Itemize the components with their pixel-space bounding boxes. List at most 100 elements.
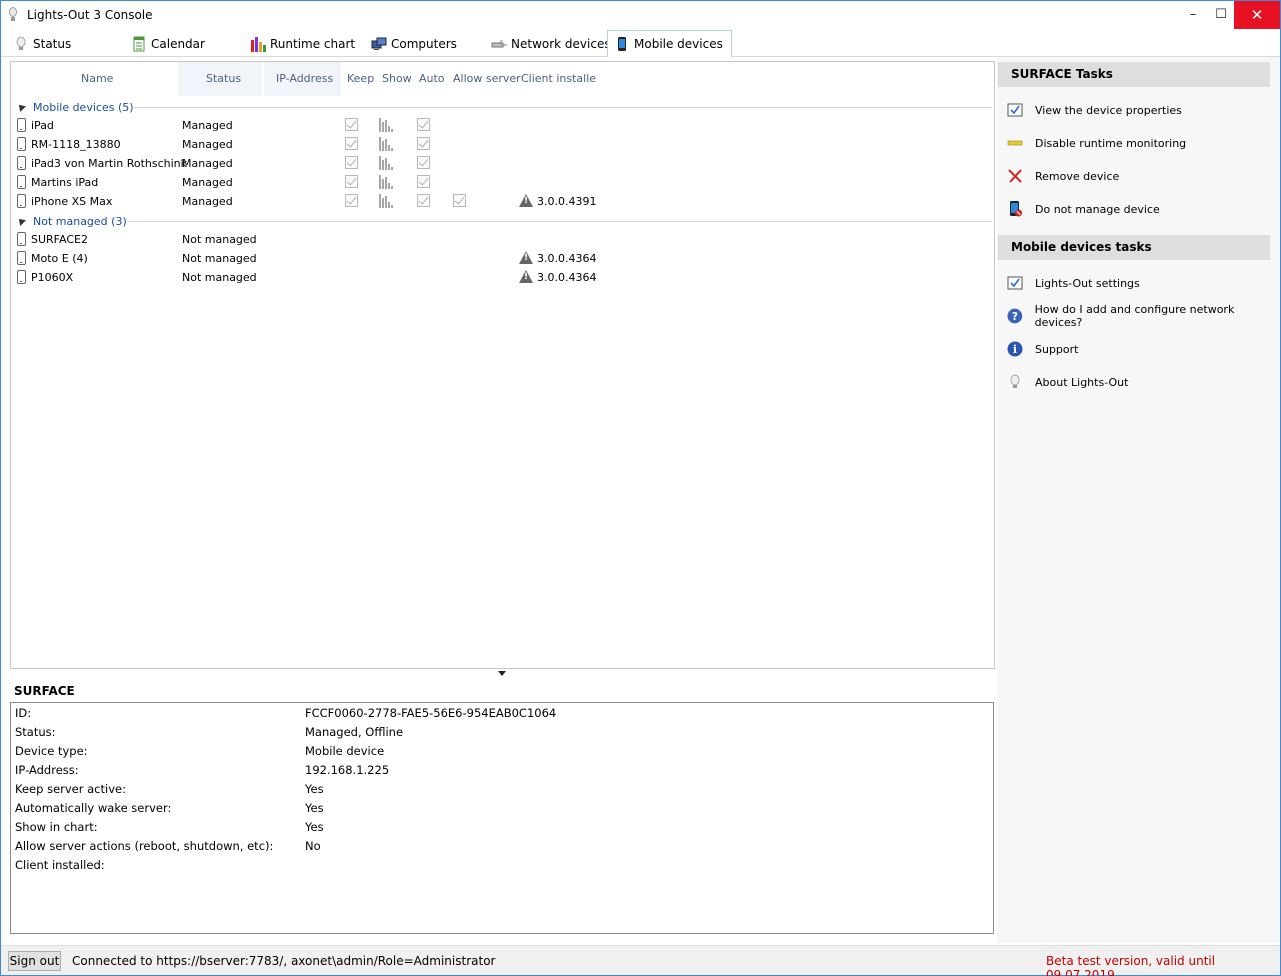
device-list: Name Status IP-Address Keep Show Auto Al… xyxy=(10,61,995,669)
table-row[interactable]: iPhone XS Max Managed 3.0.0.4391 xyxy=(11,192,994,211)
maximize-button[interactable]: ☐ xyxy=(1206,1,1236,29)
detail-value: No xyxy=(305,839,321,853)
keep-checkbox[interactable] xyxy=(345,137,358,150)
task-lights-out-settings[interactable]: Lights-Out settings xyxy=(1007,273,1140,293)
tab-computers[interactable]: Computers xyxy=(371,31,457,57)
splitter-handle[interactable] xyxy=(498,671,506,676)
task-view-properties[interactable]: View the device properties xyxy=(1007,100,1182,120)
device-status: Not managed xyxy=(182,233,257,246)
mobile-icon xyxy=(618,37,626,51)
close-button[interactable]: ✕ xyxy=(1234,1,1280,29)
tab-label: Network devices xyxy=(511,37,611,51)
tab-label: Runtime chart xyxy=(270,37,356,51)
collapse-icon[interactable] xyxy=(16,216,26,226)
info-icon: i xyxy=(1007,341,1023,357)
warning-icon xyxy=(519,194,533,207)
device-name: RM-1118_13880 xyxy=(31,138,121,151)
table-row[interactable]: iPad3 von Martin Rothschink Managed xyxy=(11,154,994,173)
minimize-button[interactable]: – xyxy=(1178,1,1208,29)
task-label: Remove device xyxy=(1035,169,1120,183)
unmanage-device-icon xyxy=(1010,201,1022,217)
tab-status[interactable]: Status xyxy=(13,31,71,57)
auto-checkbox[interactable] xyxy=(417,156,430,169)
table-row[interactable]: P1060X Not managed 3.0.0.4364 xyxy=(11,268,994,287)
task-do-not-manage[interactable]: Do not manage device xyxy=(1007,199,1160,219)
tab-calendar[interactable]: Calendar xyxy=(131,31,205,57)
calendar-icon xyxy=(133,36,145,52)
detail-value: Mobile device xyxy=(305,744,385,758)
detail-value: Yes xyxy=(305,820,324,834)
table-row[interactable]: Moto E (4) Not managed 3.0.0.4364 xyxy=(11,249,994,268)
sign-out-button[interactable]: Sign out xyxy=(8,951,61,971)
task-support[interactable]: i Support xyxy=(1007,339,1078,359)
keep-checkbox[interactable] xyxy=(345,194,358,207)
column-header-client[interactable]: Client installe xyxy=(521,62,596,96)
client-version: 3.0.0.4391 xyxy=(537,195,597,208)
detail-key: Client installed: xyxy=(15,858,105,872)
tab-mobile-devices[interactable]: Mobile devices xyxy=(607,30,732,57)
auto-checkbox[interactable] xyxy=(417,137,430,150)
status-bar: Sign out Connected to https://bserver:77… xyxy=(1,945,1280,976)
task-label: How do I add and configure network devic… xyxy=(1034,303,1235,329)
client-version: 3.0.0.4364 xyxy=(537,252,597,265)
column-header-keep[interactable]: Keep xyxy=(347,62,374,96)
detail-value: Yes xyxy=(305,782,324,796)
chart-icon xyxy=(251,37,266,52)
table-row[interactable]: SURFACE2 Not managed xyxy=(11,230,994,249)
phone-icon xyxy=(17,137,26,151)
device-name: iPad3 von Martin Rothschink xyxy=(31,157,188,170)
show-chart-icon[interactable] xyxy=(378,118,394,132)
keep-checkbox[interactable] xyxy=(345,118,358,131)
column-header-status[interactable]: Status xyxy=(178,62,262,96)
task-disable-monitoring[interactable]: Disable runtime monitoring xyxy=(1007,133,1186,153)
device-status: Managed xyxy=(182,195,233,208)
column-header-name[interactable]: Name xyxy=(81,62,113,96)
keep-checkbox[interactable] xyxy=(345,175,358,188)
network-device-icon xyxy=(491,39,507,48)
help-icon: ? xyxy=(1007,308,1023,324)
properties-icon xyxy=(1007,103,1023,117)
device-name: P1060X xyxy=(31,271,74,284)
bulb-icon xyxy=(16,36,26,50)
show-chart-icon[interactable] xyxy=(378,175,394,189)
task-about[interactable]: About Lights-Out xyxy=(1007,372,1128,392)
show-chart-icon[interactable] xyxy=(378,156,394,170)
table-row[interactable]: Martins iPad Managed xyxy=(11,173,994,192)
task-label: Lights-Out settings xyxy=(1035,276,1140,290)
phone-icon xyxy=(17,251,26,265)
allow-server-checkbox[interactable] xyxy=(453,194,466,207)
details-title: SURFACE xyxy=(14,684,75,698)
computers-icon xyxy=(371,37,387,50)
task-help-network-devices[interactable]: ? How do I add and configure network dev… xyxy=(1007,303,1280,329)
tab-network-devices[interactable]: Network devices xyxy=(491,31,611,57)
auto-checkbox[interactable] xyxy=(417,194,430,207)
auto-checkbox[interactable] xyxy=(417,175,430,188)
column-header-show[interactable]: Show xyxy=(382,62,412,96)
mobile-tasks-header: Mobile devices tasks xyxy=(998,235,1270,260)
task-remove-device[interactable]: Remove device xyxy=(1007,166,1119,186)
device-status: Not managed xyxy=(182,271,257,284)
tab-runtime-chart[interactable]: Runtime chart xyxy=(250,31,355,57)
group-header-mobile-devices[interactable]: Mobile devices (5) xyxy=(15,98,134,116)
group-header-not-managed[interactable]: Not managed (3) xyxy=(15,212,127,230)
detail-key: IP-Address: xyxy=(15,763,79,777)
keep-checkbox[interactable] xyxy=(345,156,358,169)
auto-checkbox[interactable] xyxy=(417,118,430,131)
table-row[interactable]: iPad Managed xyxy=(11,116,994,135)
warning-icon xyxy=(519,270,533,283)
tablet-icon xyxy=(17,270,26,284)
collapse-icon[interactable] xyxy=(16,102,26,112)
app-window: Lights-Out 3 Console – ☐ ✕ Status Calend… xyxy=(0,0,1281,976)
column-header-auto[interactable]: Auto xyxy=(419,62,445,96)
column-header-ip[interactable]: IP-Address xyxy=(264,62,341,96)
group-label: Not managed (3) xyxy=(33,214,127,228)
table-row[interactable]: RM-1118_13880 Managed xyxy=(11,135,994,154)
tab-bar: Status Calendar Runtime chart Computers … xyxy=(1,30,1280,57)
tab-label: Computers xyxy=(391,37,457,51)
column-header-allow-server[interactable]: Allow server xyxy=(453,62,521,96)
window-title: Lights-Out 3 Console xyxy=(27,8,153,22)
device-name: SURFACE2 xyxy=(31,233,88,246)
show-chart-icon[interactable] xyxy=(378,194,394,208)
show-chart-icon[interactable] xyxy=(378,137,394,151)
device-status: Managed xyxy=(182,119,233,132)
